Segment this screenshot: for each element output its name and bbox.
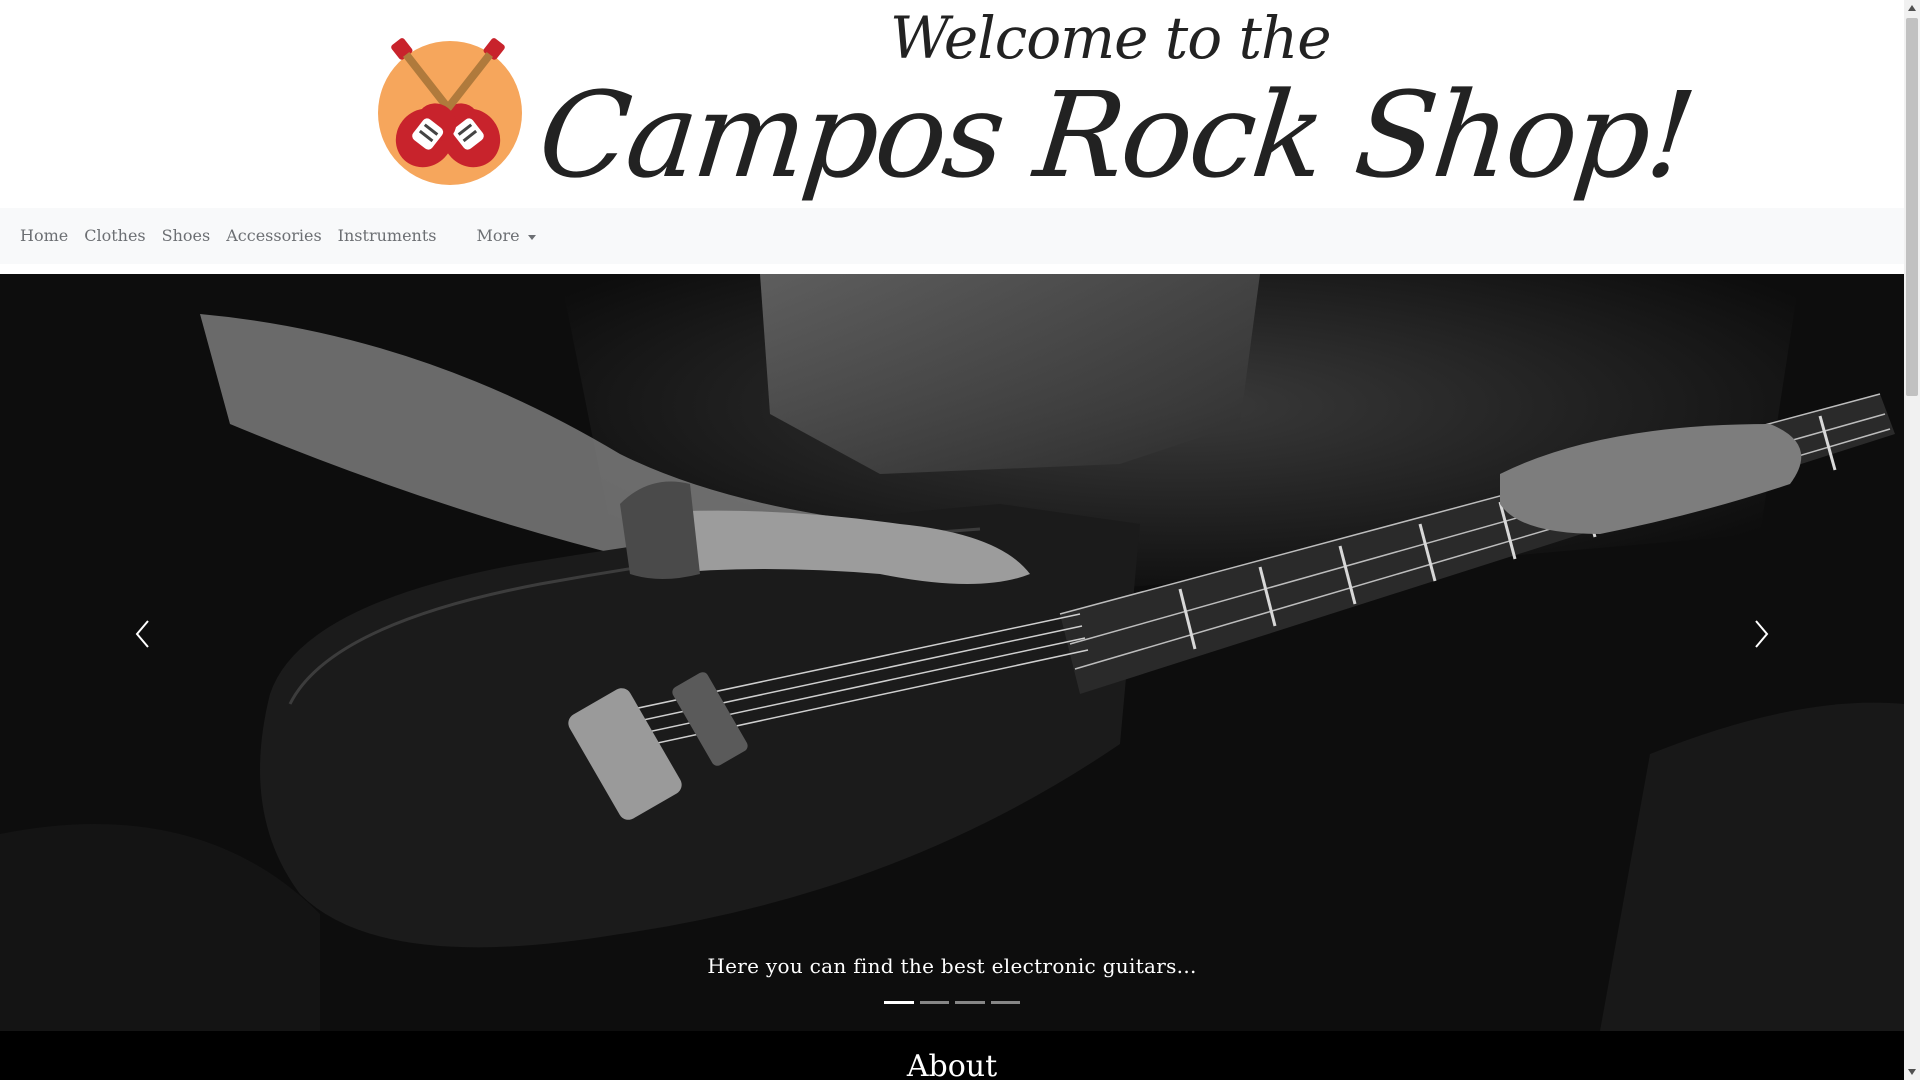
crossed-guitars-logo — [378, 38, 522, 185]
about-section: About — [0, 1031, 1904, 1080]
carousel-indicator-4[interactable] — [990, 1001, 1020, 1004]
nav-shoes[interactable]: Shoes — [154, 208, 219, 264]
scroll-down-arrow-icon[interactable] — [1904, 1064, 1920, 1080]
nav-home[interactable]: Home — [12, 208, 76, 264]
main-navbar: Home Clothes Shoes Accessories Instrumen… — [0, 208, 1904, 264]
scroll-up-arrow-icon[interactable] — [1904, 0, 1920, 16]
nav-more-dropdown[interactable]: More — [468, 208, 543, 264]
carousel-prev-button[interactable] — [103, 594, 183, 674]
page: Welcome to the Campos Rock Shop! Home Cl… — [0, 0, 1904, 1080]
carousel-indicator-2[interactable] — [919, 1001, 949, 1004]
guitarist-photo — [0, 274, 1904, 1031]
carousel-next-button[interactable] — [1721, 594, 1801, 674]
nav-clothes[interactable]: Clothes — [76, 208, 153, 264]
carousel-caption: Here you can find the best electronic gu… — [707, 954, 1197, 978]
caret-down-icon — [527, 234, 536, 240]
nav-more-label: More — [476, 226, 520, 245]
nav-instruments[interactable]: Instruments — [330, 208, 445, 264]
site-header: Welcome to the Campos Rock Shop! — [0, 0, 1904, 208]
page-scrollbar[interactable] — [1904, 0, 1920, 1080]
scrollbar-thumb[interactable] — [1906, 18, 1918, 396]
carousel-indicators — [884, 1001, 1020, 1011]
carousel-indicator-1[interactable] — [884, 1001, 914, 1004]
about-heading: About — [906, 1049, 998, 1080]
hero-carousel: Here you can find the best electronic gu… — [0, 274, 1904, 1031]
nav-accessories[interactable]: Accessories — [218, 208, 329, 264]
shop-title: Campos Rock Shop! — [532, 66, 1700, 204]
carousel-indicator-3[interactable] — [955, 1001, 985, 1004]
chevron-left-icon — [135, 620, 149, 648]
chevron-right-icon — [1755, 620, 1769, 648]
